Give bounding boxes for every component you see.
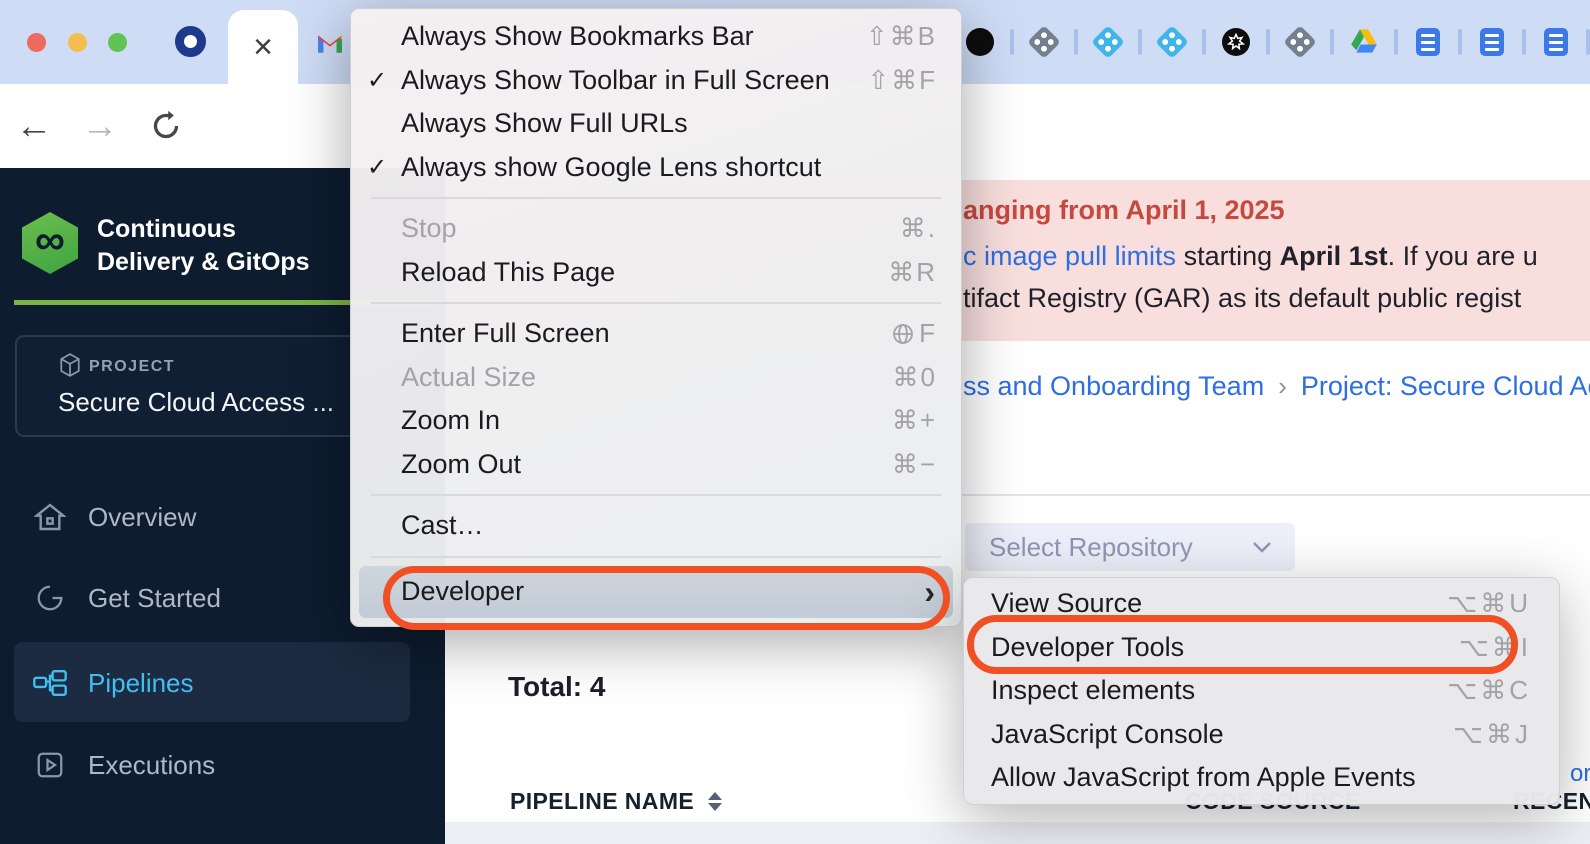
ring-favicon[interactable]: [175, 26, 206, 57]
tab-separator: [1138, 29, 1142, 55]
sidebar-item-services[interactable]: Services: [0, 837, 445, 844]
google-docs-favicon[interactable]: [1478, 28, 1506, 56]
tab-separator: [1330, 29, 1334, 55]
menu-separator: [371, 302, 941, 304]
menu-item-bookmarks-bar[interactable]: Always Show Bookmarks Bar ⇧⌘B: [351, 15, 961, 59]
tab-separator: [1010, 29, 1014, 55]
harness-cd-logo-icon: ∞: [22, 212, 78, 274]
forward-icon: →: [78, 84, 122, 168]
tab-separator: [1074, 29, 1078, 55]
submenu-item-inspect-elements[interactable]: Inspect elements ⌥⌘C: [964, 669, 1559, 713]
harness-blue-favicon[interactable]: [1158, 28, 1186, 56]
breadcrumb-project-link[interactable]: Project: Secure Cloud Acce: [1301, 371, 1590, 402]
submenu-item-view-source[interactable]: View Source ⌥⌘U: [964, 582, 1559, 626]
tab-close-icon[interactable]: ×: [228, 10, 298, 84]
reload-icon[interactable]: [144, 84, 188, 168]
window-zoom-button[interactable]: [108, 33, 127, 52]
menu-item-stop: Stop ⌘.: [351, 207, 961, 251]
get-started-icon: [32, 583, 68, 613]
menu-separator: [371, 556, 941, 558]
chatgpt-favicon[interactable]: [1222, 28, 1250, 56]
banner-heading: anging from April 1, 2025: [963, 195, 1285, 226]
pull-limits-link[interactable]: c image pull limits: [963, 241, 1176, 271]
menu-item-toolbar-fullscreen[interactable]: ✓ Always Show Toolbar in Full Screen ⇧⌘F: [351, 59, 961, 103]
window-close-button[interactable]: [27, 33, 46, 52]
breadcrumb: ss and Onboarding Team › Project: Secure…: [963, 371, 1590, 402]
project-name: Secure Cloud Access ...: [58, 387, 334, 418]
submenu-arrow-icon: ›: [924, 576, 935, 608]
tab-separator: [1202, 29, 1206, 55]
tab-separator: [1394, 29, 1398, 55]
sidebar-item-executions[interactable]: Executions: [0, 737, 445, 793]
checkmark: ✓: [367, 153, 401, 182]
banner-body-line1: c image pull limits starting April 1st. …: [963, 241, 1538, 272]
menu-item-reload[interactable]: Reload This Page ⌘R: [351, 251, 961, 295]
module-title: Continuous Delivery & GitOps: [97, 213, 310, 279]
menu-item-enter-fullscreen[interactable]: Enter Full Screen F: [351, 312, 961, 356]
menu-separator: [371, 494, 941, 496]
table-header-band: [445, 822, 1590, 844]
harness-blue-favicon[interactable]: [1094, 28, 1122, 56]
submenu-item-allow-javascript-apple-events[interactable]: Allow JavaScript from Apple Events: [964, 756, 1559, 800]
total-count: Total: 4: [508, 671, 605, 703]
globe-icon: [891, 322, 915, 346]
menu-item-full-urls[interactable]: Always Show Full URLs: [351, 102, 961, 146]
chevron-down-icon: [1251, 540, 1273, 554]
select-repository-value: Select Repository: [989, 532, 1193, 563]
menu-item-zoom-out[interactable]: Zoom Out ⌘−: [351, 443, 961, 487]
menu-item-developer[interactable]: Developer ›: [359, 566, 953, 618]
menu-item-google-lens[interactable]: ✓ Always show Google Lens shortcut: [351, 146, 961, 190]
tab-separator: [1522, 29, 1526, 55]
sidebar-item-pipelines[interactable]: Pipelines: [0, 655, 445, 711]
banner-body-line2: tifact Registry (GAR) as its default pub…: [963, 283, 1521, 314]
breadcrumb-org-link[interactable]: ss and Onboarding Team: [963, 371, 1264, 402]
project-label: PROJECT: [89, 358, 175, 376]
checkmark: ✓: [367, 66, 401, 95]
select-repository-dropdown[interactable]: Select Repository: [965, 523, 1295, 571]
tab-separator: [1266, 29, 1270, 55]
google-docs-favicon[interactable]: [1414, 28, 1442, 56]
active-tab[interactable]: ×: [228, 10, 298, 84]
submenu-item-javascript-console[interactable]: JavaScript Console ⌥⌘J: [964, 713, 1559, 757]
executions-icon: [32, 750, 68, 780]
pinned-tabs-row: [966, 28, 1590, 56]
menu-item-zoom-in[interactable]: Zoom In ⌘+: [351, 399, 961, 443]
pipelines-icon: [32, 669, 68, 697]
developer-submenu: View Source ⌥⌘U Developer Tools ⌥⌘I Insp…: [963, 577, 1560, 805]
gmail-tab-favicon[interactable]: [314, 26, 346, 58]
menu-separator: [371, 197, 941, 199]
home-icon: [32, 502, 68, 532]
back-icon[interactable]: ←: [12, 84, 56, 168]
window-minimize-button[interactable]: [68, 33, 87, 52]
cube-icon: [59, 353, 81, 377]
tab-separator: [1586, 29, 1590, 55]
view-menu: Always Show Bookmarks Bar ⇧⌘B ✓ Always S…: [350, 8, 962, 627]
partially-covered-text: or: [1570, 760, 1590, 788]
sort-icon[interactable]: [708, 792, 722, 811]
menu-item-actual-size: Actual Size ⌘0: [351, 356, 961, 400]
dark-circle-favicon[interactable]: [966, 28, 994, 56]
menu-item-cast[interactable]: Cast…: [351, 504, 961, 548]
google-drive-favicon[interactable]: [1350, 28, 1378, 56]
column-header-pipeline-name[interactable]: PIPELINE NAME: [510, 788, 722, 815]
harness-gray-favicon[interactable]: [1286, 28, 1314, 56]
submenu-item-developer-tools[interactable]: Developer Tools ⌥⌘I: [964, 626, 1559, 670]
breadcrumb-chevron-icon: ›: [1278, 371, 1287, 402]
tab-separator: [1458, 29, 1462, 55]
harness-gray-favicon[interactable]: [1030, 28, 1058, 56]
google-docs-favicon[interactable]: [1542, 28, 1570, 56]
screenshot-root: ×: [0, 0, 1590, 844]
